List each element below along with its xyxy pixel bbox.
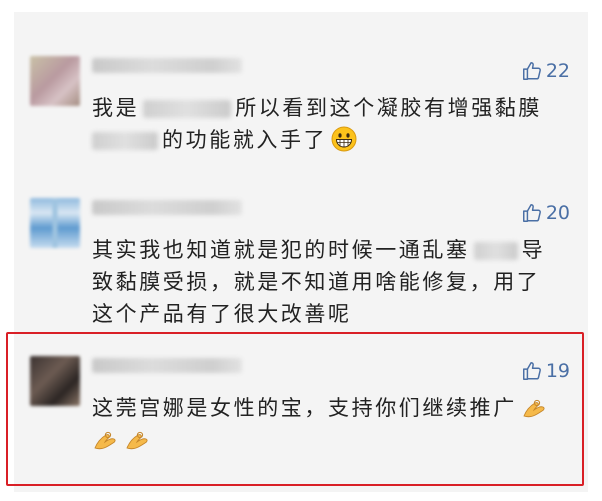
blurred-text bbox=[473, 242, 518, 260]
blurred-text bbox=[143, 100, 232, 118]
avatar[interactable] bbox=[30, 56, 80, 106]
text-segment: 我是 bbox=[92, 96, 140, 120]
like-button[interactable]: 22 bbox=[521, 60, 570, 82]
comment-text: 我是 所以看到这个凝胶有增强黏膜 的功能就入手了 bbox=[92, 92, 562, 156]
comment-text: 其实我也知道就是犯的时候一通乱塞 导 致黏膜受损，就是不知道用啥能修复，用了 这个… bbox=[92, 234, 562, 330]
avatar[interactable] bbox=[30, 198, 80, 248]
comment-line: 的功能就入手了 bbox=[92, 124, 562, 156]
highlight-box bbox=[6, 332, 584, 486]
comment-line: 致黏膜受损，就是不知道用啥能修复，用了 bbox=[92, 266, 562, 298]
username-blurred[interactable] bbox=[92, 200, 242, 215]
grinning-face-emoji bbox=[331, 126, 357, 152]
text-segment: 致黏膜受损，就是不知道用啥能修复，用了 bbox=[92, 270, 541, 294]
blurred-text bbox=[92, 132, 158, 150]
comment-line: 我是 所以看到这个凝胶有增强黏膜 bbox=[92, 92, 562, 124]
username-blurred[interactable] bbox=[92, 58, 242, 73]
text-segment: 这个产品有了很大改善呢 bbox=[92, 302, 352, 326]
comment-line: 这个产品有了很大改善呢 bbox=[92, 298, 562, 330]
comment-line: 其实我也知道就是犯的时候一通乱塞 导 bbox=[92, 234, 562, 266]
text-segment: 的功能就入手了 bbox=[162, 128, 328, 152]
like-count: 20 bbox=[545, 202, 570, 224]
text-segment: 其实我也知道就是犯的时候一通乱塞 bbox=[92, 238, 470, 262]
thumbs-up-icon bbox=[522, 204, 541, 222]
text-segment: 导 bbox=[521, 238, 546, 262]
text-segment: 所以看到这个凝胶有增强黏膜 bbox=[235, 96, 543, 120]
thumbs-up-icon bbox=[522, 62, 541, 80]
like-button[interactable]: 20 bbox=[521, 202, 570, 224]
like-count: 22 bbox=[545, 60, 570, 82]
